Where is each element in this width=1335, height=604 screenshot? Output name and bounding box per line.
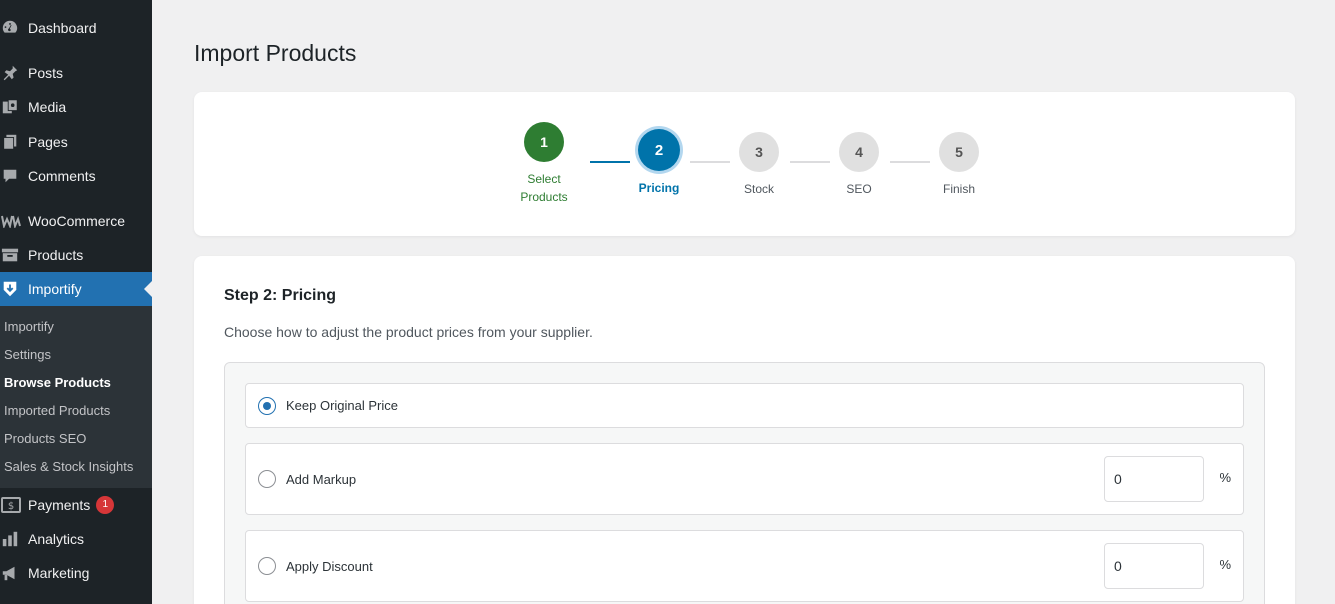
- submenu-item-importify[interactable]: Importify: [4, 317, 54, 337]
- percent-unit: %: [1219, 470, 1231, 485]
- step-select-products[interactable]: 1 Select Products: [504, 122, 584, 206]
- importify-icon: [0, 279, 28, 299]
- pricing-options: Keep Original Price Add Markup % Apply D…: [224, 362, 1265, 604]
- sidebar-item-label: Dashboard: [28, 20, 97, 36]
- sidebar-item-label: WooCommerce: [28, 213, 125, 229]
- step-pricing[interactable]: 2 Pricing: [619, 129, 699, 197]
- discount-input[interactable]: [1104, 543, 1204, 589]
- sidebar-item-media[interactable]: Media: [0, 90, 152, 124]
- step-label-line: Products: [520, 190, 568, 204]
- megaphone-icon: [0, 563, 28, 583]
- sidebar-item-label: Media: [28, 99, 67, 115]
- sidebar-item-pages[interactable]: Pages: [0, 125, 152, 159]
- option-label: Add Markup: [286, 471, 357, 487]
- step-number: 2: [638, 129, 680, 171]
- dashboard-icon: [0, 18, 28, 38]
- sidebar-item-label: Analytics: [28, 531, 85, 547]
- notification-badge: 1: [96, 496, 115, 514]
- comment-icon: [0, 166, 28, 186]
- sidebar-item-label: Payments: [28, 497, 91, 513]
- step-label: Stock: [743, 182, 774, 196]
- radio-button[interactable]: [258, 470, 276, 488]
- step-label: Select Products: [504, 170, 584, 206]
- archive-icon: [0, 245, 28, 265]
- sidebar-item-label: Pages: [28, 134, 68, 150]
- sidebar-item-label: Comments: [28, 168, 96, 184]
- step-number: 4: [839, 132, 879, 172]
- importify-submenu: Importify Settings Browse Products Impor…: [0, 306, 152, 488]
- sidebar-item-label: Marketing: [28, 565, 90, 581]
- page-title: Import Products: [194, 40, 357, 66]
- pages-icon: [0, 132, 28, 152]
- pricing-form-card: Step 2: Pricing Choose how to adjust the…: [194, 256, 1295, 604]
- sidebar-item-analytics[interactable]: Analytics: [0, 522, 152, 556]
- step-label: SEO: [846, 182, 872, 196]
- media-icon: [0, 97, 28, 117]
- dollar-icon: $: [0, 495, 28, 515]
- option-apply-discount[interactable]: Apply Discount %: [245, 530, 1244, 602]
- option-add-markup[interactable]: Add Markup %: [245, 443, 1244, 515]
- markup-input[interactable]: [1104, 456, 1204, 502]
- radio-dot: [263, 401, 271, 410]
- sidebar-item-importify[interactable]: Importify: [0, 272, 152, 306]
- submenu-item-imported-products[interactable]: Imported Products: [4, 401, 110, 421]
- step-number: 1: [524, 122, 564, 162]
- option-label: Apply Discount: [286, 558, 373, 574]
- admin-sidebar: Dashboard Posts Media Pages Comments Woo…: [0, 0, 152, 604]
- sidebar-item-marketing[interactable]: Marketing: [0, 556, 152, 590]
- sidebar-item-payments[interactable]: $ Payments 1: [0, 488, 152, 522]
- step-number: 3: [739, 132, 779, 172]
- step-description: Choose how to adjust the product prices …: [224, 324, 593, 340]
- sidebar-item-woocommerce[interactable]: WooCommerce: [0, 204, 152, 238]
- sidebar-item-dashboard[interactable]: Dashboard: [0, 11, 152, 45]
- submenu-item-products-seo[interactable]: Products SEO: [4, 429, 86, 449]
- option-keep-original-price[interactable]: Keep Original Price: [245, 383, 1244, 428]
- svg-text:$: $: [8, 501, 14, 512]
- radio-button[interactable]: [258, 396, 276, 415]
- step-heading: Step 2: Pricing: [224, 287, 337, 304]
- submenu-item-browse-products[interactable]: Browse Products: [4, 373, 111, 393]
- step-number: 5: [939, 132, 979, 172]
- sidebar-item-comments[interactable]: Comments: [0, 159, 152, 193]
- option-label: Keep Original Price: [286, 398, 398, 413]
- woocommerce-icon: [0, 211, 28, 231]
- pin-icon: [0, 63, 28, 83]
- step-label: Finish: [942, 182, 975, 196]
- step-label: Pricing: [638, 181, 680, 195]
- sidebar-item-label: Importify: [28, 281, 82, 297]
- step-seo[interactable]: 4 SEO: [819, 132, 899, 198]
- step-label-line: Select: [527, 172, 561, 186]
- percent-unit: %: [1219, 557, 1231, 572]
- stepper-card: 1 Select Products 2 Pricing 3 Stock 4 SE…: [194, 92, 1295, 236]
- sidebar-item-products[interactable]: Products: [0, 238, 152, 272]
- radio-button[interactable]: [258, 557, 276, 575]
- sidebar-item-label: Products: [28, 247, 84, 263]
- sidebar-item-posts[interactable]: Posts: [0, 56, 152, 90]
- submenu-item-sales-stock-insights[interactable]: Sales & Stock Insights: [4, 457, 133, 477]
- sidebar-item-label: Posts: [28, 65, 64, 81]
- submenu-item-settings[interactable]: Settings: [4, 345, 51, 365]
- step-finish[interactable]: 5 Finish: [919, 132, 999, 198]
- bar-chart-icon: [0, 529, 28, 549]
- step-stock[interactable]: 3 Stock: [719, 132, 799, 198]
